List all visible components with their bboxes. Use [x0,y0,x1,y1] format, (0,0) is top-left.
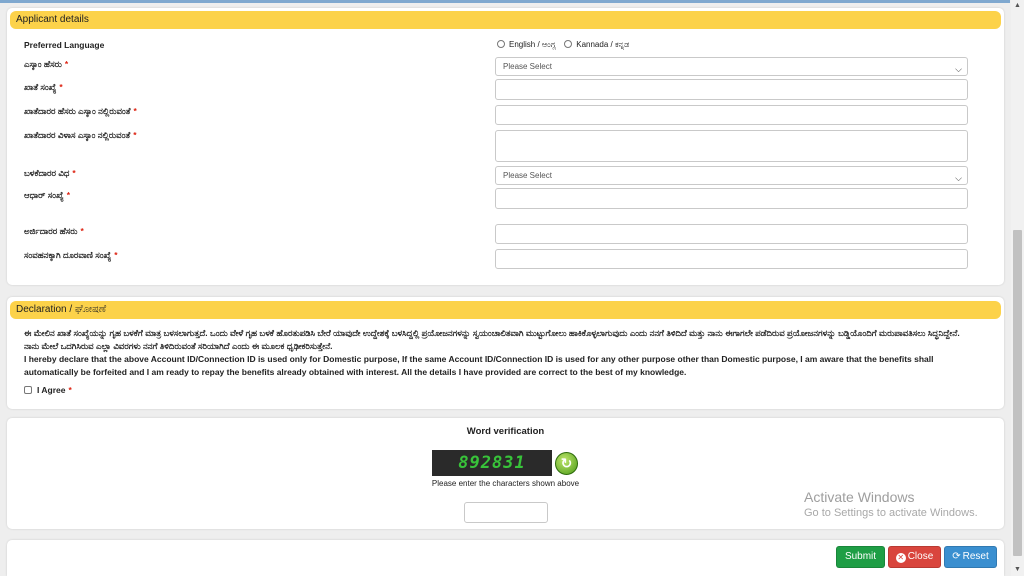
reset-label: Reset [962,551,989,562]
preferred-language-label: Preferred Language [24,40,105,50]
submit-button[interactable]: Submit [836,546,885,568]
agree-checkbox[interactable] [24,386,32,394]
account-holder-address-label: ಖಾತೆದಾರರ ವಿಳಾಸ ಎಸ್ಕಾಂ ನಲ್ಲಿರುವಂತೆ * [24,130,137,141]
required-mark: * [72,168,76,178]
escom-name-label: ಎಸ್ಕಾಂ ಹೆಸರು * [24,59,68,70]
agree-label-text: I Agree [37,385,66,395]
language-option-kannada[interactable]: Kannada / ಕನ್ನಡ [564,40,629,49]
declaration-kannada-text: ಈ ಮೇಲಿನ ಖಾತೆ ಸಂಖ್ಯೆಯನ್ನು ಗೃಹ ಬಳಕೆಗೆ ಮಾತ್… [24,328,960,351]
declaration-english-text: I hereby declare that the above Account … [24,354,934,377]
declaration-header: Declaration / ಘೋಷಣೆ [10,301,1001,319]
account-holder-name-label: ಖಾತೆದಾರರ ಹೆಸರು ಎಸ್ಕಾಂ ನಲ್ಲಿರುವಂತೆ * [24,106,137,117]
required-mark: * [80,226,84,236]
activate-windows-subtitle: Go to Settings to activate Windows. [804,507,978,519]
aadhar-number-label-text: ಆಧಾರ್ ಸಂಖ್ಯೆ [24,190,64,200]
required-mark: * [66,190,71,200]
required-mark: * [68,385,72,395]
required-mark: * [59,82,63,92]
account-holder-address-textarea[interactable] [495,130,968,162]
page-scrollbar[interactable]: ▲ ▼ [1011,0,1024,576]
applicant-name-label: ಅರ್ಜಿದಾರರ ಹೆಸರು * [24,226,84,237]
contact-phone-label: ಸಂವಹನಕ್ಕಾಗಿ ದೂರವಾಣಿ ಸಂಖ್ಯೆ * [24,250,118,261]
contact-phone-label-text: ಸಂವಹನಕ್ಕಾಗಿ ದೂರವಾಣಿ ಸಂಖ್ಯೆ [24,250,112,260]
reset-button[interactable]: ⟳ Reset [944,546,997,568]
word-verification-title: Word verification [466,426,545,437]
top-border [0,0,1010,3]
required-mark: * [133,106,137,116]
applicant-name-label-text: ಅರ್ಜಿದಾರರ ಹೆಸರು [24,226,78,236]
applicant-details-panel: Applicant details Preferred Language Eng… [7,8,1004,285]
captcha-input[interactable] [464,502,548,523]
declaration-panel: Declaration / ಘೋಷಣೆ ಈ ಮೇಲಿನ ಖಾತೆ ಸಂಖ್ಯೆಯ… [7,297,1004,409]
required-mark: * [114,250,118,260]
escom-name-select[interactable]: Please Select ⌵ [495,57,968,76]
chevron-down-icon: ⌵ [955,64,962,74]
radio-kannada[interactable] [564,40,573,48]
close-icon: ✕ [895,553,906,563]
language-english-label: English / ಆಂಗ್ಲ [509,40,557,49]
contact-phone-input[interactable] [495,249,968,269]
account-number-label-text: ಖಾತೆ ಸಂಖ್ಯೆ [24,82,57,92]
required-mark: * [64,59,69,69]
actions-bar: Submit ✕ Close ⟳ Reset [7,540,1004,576]
applicant-name-input[interactable] [495,224,968,244]
account-number-input[interactable] [495,79,968,100]
account-number-label: ಖಾತೆ ಸಂಖ್ಯೆ * [24,82,63,93]
consumer-type-selected-value: Please Select [503,171,552,180]
consumer-type-select[interactable]: Please Select ⌵ [495,166,968,185]
scroll-down-arrow-icon[interactable]: ▼ [1011,564,1024,576]
refresh-captcha-icon[interactable]: ↻ [555,452,578,475]
scroll-up-arrow-icon[interactable]: ▲ [1011,0,1024,12]
language-radio-group: English / ಆಂಗ್ಲ Kannada / ಕನ್ನಡ [497,40,635,50]
submit-label: Submit [844,551,877,562]
scrollbar-thumb[interactable] [1013,230,1022,556]
language-kannada-label: Kannada / ಕನ್ನಡ [576,40,630,49]
refresh-icon: ⟳ [952,551,961,562]
agree-label: I Agree * [37,385,72,395]
chevron-down-icon: ⌵ [955,173,962,183]
close-button[interactable]: ✕ Close [888,546,941,568]
language-option-english[interactable]: English / ಆಂಗ್ಲ [497,40,556,49]
applicant-details-header: Applicant details [10,11,1001,29]
radio-english[interactable] [497,40,505,48]
captcha-hint: Please enter the characters shown above [431,479,580,488]
consumer-type-label-text: ಬಳಕೆದಾರರ ವಿಧ [24,168,70,178]
captcha-image: 892831 [432,450,552,476]
aadhar-number-label: ಆಧಾರ್ ಸಂಖ್ಯೆ * [24,190,70,201]
aadhar-number-input[interactable] [495,188,968,209]
activate-windows-title: Activate Windows [804,489,915,505]
consumer-type-label: ಬಳಕೆದಾರರ ವಿಧ * [24,168,76,179]
account-holder-name-label-text: ಖಾತೆದಾರರ ಹೆಸರು ಎಸ್ಕಾಂ ನಲ್ಲಿರುವಂತೆ [24,106,131,116]
account-holder-address-label-text: ಖಾತೆದಾರರ ವಿಳಾಸ ಎಸ್ಕಾಂ ನಲ್ಲಿರುವಂತೆ [24,130,131,140]
escom-name-selected-value: Please Select [503,62,552,71]
account-holder-name-input[interactable] [495,105,968,125]
close-label: Close [907,551,934,562]
escom-name-label-text: ಎಸ್ಕಾಂ ಹೆಸರು [24,59,62,69]
required-mark: * [133,130,137,140]
